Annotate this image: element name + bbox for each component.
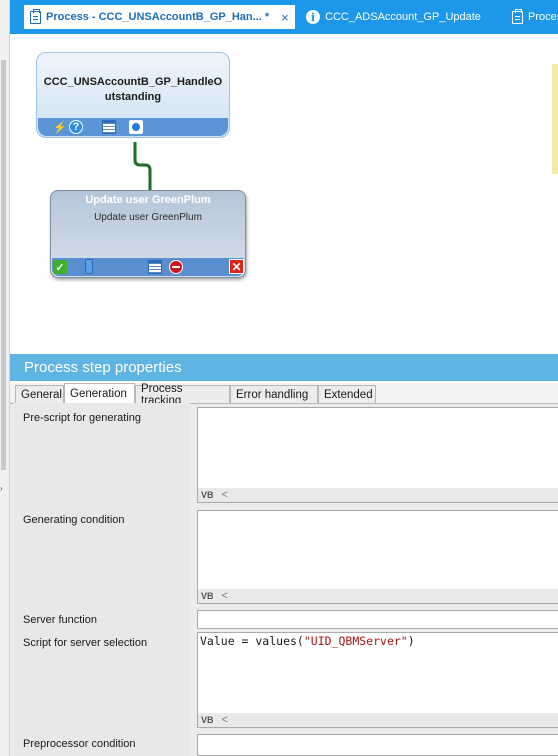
pre-script-editor[interactable]: VB < xyxy=(197,407,558,503)
node-subtitle: Update user GreenPlum xyxy=(94,212,202,223)
vb-indicator: VB < xyxy=(198,589,558,603)
table-icon[interactable] xyxy=(148,260,162,274)
clipboard-icon xyxy=(512,8,523,24)
tab-process-2[interactable]: Proces xyxy=(512,6,558,28)
endpoint-icon[interactable] xyxy=(129,120,143,134)
tab-process-tracking[interactable]: Process tracking xyxy=(135,383,230,407)
tab-extended[interactable]: Extended xyxy=(318,385,376,403)
tab-ads-account[interactable]: i CCC_ADSAccount_GP_Update xyxy=(306,6,481,28)
process-node-handle-outstanding[interactable]: CCC_UNSAccountB_GP_HandleOutstanding ⚡ ? xyxy=(36,52,230,138)
label-column xyxy=(14,403,190,756)
properties-tab-bar: General Generation Process tracking Erro… xyxy=(10,383,558,407)
table-icon[interactable] xyxy=(102,120,116,134)
tab-label: Process - CCC_UNSAccountB_GP_Han... * xyxy=(46,11,270,23)
node-title: Update user GreenPlum xyxy=(85,194,211,206)
document-tab-bar: Process - CCC_UNSAccountB_GP_Han... * × … xyxy=(10,0,558,34)
device-icon[interactable] xyxy=(85,259,93,274)
node-title: CCC_UNSAccountB_GP_HandleOutstanding xyxy=(43,76,223,103)
help-icon[interactable]: ? xyxy=(69,120,83,134)
server-selection-editor[interactable]: Value = values("UID_QBMServer") VB < xyxy=(197,632,558,728)
vb-indicator: VB < xyxy=(198,713,558,727)
collapse-arrow-icon[interactable]: › xyxy=(0,484,3,493)
delete-icon[interactable]: ✕ xyxy=(229,259,244,274)
server-function-label: Server function xyxy=(23,614,97,626)
script-code: Value = values("UID_QBMServer") xyxy=(200,634,415,648)
server-function-input[interactable] xyxy=(197,610,558,629)
preprocessor-condition-label: Preprocessor condition xyxy=(23,738,136,750)
close-tab-icon[interactable]: × xyxy=(281,10,289,25)
vb-indicator: VB < xyxy=(198,488,558,502)
left-panel-strip: › xyxy=(0,0,10,756)
tab-error-handling[interactable]: Error handling xyxy=(230,385,318,403)
node-toolbar: ⚡ ? xyxy=(38,118,228,136)
pre-script-label: Pre-script for generating xyxy=(23,412,141,424)
process-canvas[interactable]: CCC_UNSAccountB_GP_HandleOutstanding ⚡ ?… xyxy=(10,34,558,352)
preprocessor-condition-input[interactable] xyxy=(197,734,558,756)
generating-condition-editor[interactable]: VB < xyxy=(197,510,558,604)
generating-condition-label: Generating condition xyxy=(23,514,125,526)
server-selection-label: Script for server selection xyxy=(23,637,148,649)
tab-generation[interactable]: Generation xyxy=(64,383,135,404)
left-scrollbar[interactable] xyxy=(1,60,6,470)
checkmark-icon[interactable]: ✓ xyxy=(53,260,67,274)
properties-header: Process step properties xyxy=(10,354,558,381)
tab-label: Proces xyxy=(528,11,558,23)
node-toolbar: ✓ ✕ xyxy=(52,258,244,276)
tab-label: CCC_ADSAccount_GP_Update xyxy=(325,11,481,23)
info-icon: i xyxy=(306,10,320,24)
stop-icon[interactable] xyxy=(169,260,183,274)
clipboard-icon xyxy=(30,8,41,24)
tab-general[interactable]: General xyxy=(15,385,64,403)
lightning-icon[interactable]: ⚡ xyxy=(53,120,67,134)
properties-title: Process step properties xyxy=(24,359,182,376)
tab-process[interactable]: Process - CCC_UNSAccountB_GP_Han... * × xyxy=(24,5,295,29)
process-node-update-greenplum[interactable]: Update user GreenPlum Update user GreenP… xyxy=(50,190,246,278)
